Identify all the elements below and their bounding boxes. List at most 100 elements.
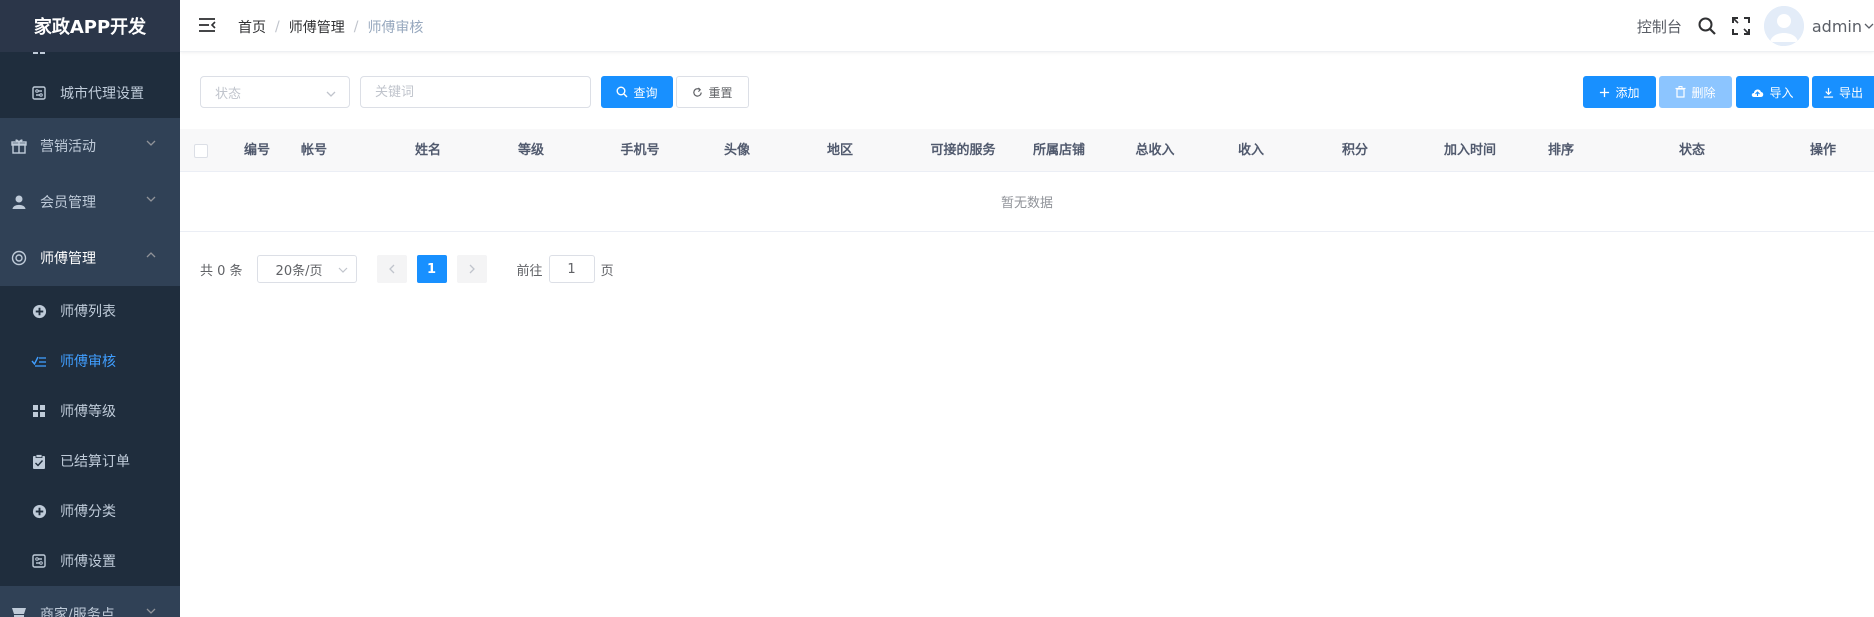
username[interactable]: admin [1812, 17, 1862, 36]
status-select[interactable]: 状态 [200, 76, 350, 108]
keyword-input[interactable] [360, 76, 591, 108]
sidebar: 城市代理设置 营销活动 会员管理 师傅管理 师傅列表 师傅审核 师傅等级 已结算… [0, 0, 180, 617]
goto-page: 前往 页 [517, 255, 614, 283]
avatar[interactable] [1763, 6, 1804, 46]
column-header[interactable]: 所属店铺 [1033, 129, 1085, 172]
sidebar-item-masters[interactable]: 师傅管理 [0, 230, 180, 286]
settings-icon [30, 552, 48, 570]
navbar: 首页 / 师傅管理 / 师傅审核 控制台 admin [180, 0, 1874, 52]
column-header[interactable]: 总收入 [1135, 129, 1174, 172]
shop-icon [10, 605, 28, 617]
chevron-left-icon [388, 264, 395, 274]
clipboard-check-icon [30, 452, 48, 470]
column-header[interactable]: 积分 [1342, 129, 1368, 172]
main-content: 首页 / 师傅管理 / 师傅审核 控制台 admin 状态 关键词 查询 重置 … [180, 0, 1874, 617]
trash-icon [1675, 86, 1686, 98]
gift-icon [10, 137, 28, 155]
search-icon [616, 86, 628, 98]
sidebar-item-city-agent[interactable]: 城市代理设置 [0, 68, 180, 118]
plus-circle-icon [30, 502, 48, 520]
column-header[interactable]: 编号 [244, 129, 270, 172]
goto-page-input[interactable] [548, 255, 595, 283]
page-size-select[interactable]: 20条/页 [256, 255, 357, 283]
add-button[interactable]: 添加 [1583, 76, 1656, 108]
hamburger-icon[interactable] [197, 15, 217, 35]
sidebar-item-master-settings[interactable]: 师傅设置 [0, 536, 180, 586]
chevron-down-icon [146, 140, 156, 146]
status-placeholder: 状态 [215, 86, 242, 102]
sidebar-item-label: 师傅管理 [40, 251, 96, 267]
sidebar-item-label: 师傅列表 [60, 304, 116, 320]
app-logo[interactable]: 家政APP开发 [0, 0, 180, 52]
column-header[interactable]: 排序 [1548, 129, 1574, 172]
checklist-icon [30, 352, 48, 370]
column-header[interactable]: 状态 [1679, 129, 1705, 172]
prev-page-button[interactable] [376, 255, 407, 283]
sidebar-item-marketing[interactable]: 营销活动 [0, 118, 180, 174]
breadcrumb-home[interactable]: 首页 [238, 17, 266, 37]
column-header[interactable]: 地区 [827, 129, 853, 172]
chevron-down-icon [338, 267, 347, 273]
chevron-down-icon [326, 91, 336, 97]
column-header[interactable]: 帐号 [301, 129, 327, 172]
column-header[interactable]: 姓名 [415, 129, 441, 172]
column-header[interactable]: 手机号 [620, 129, 659, 172]
breadcrumb: 首页 / 师傅管理 / 师傅审核 [238, 17, 424, 37]
sidebar-item-label: 会员管理 [40, 195, 96, 211]
breadcrumb-masters[interactable]: 师傅管理 [289, 17, 345, 37]
sidebar-item-master-list[interactable]: 师傅列表 [0, 286, 180, 336]
chevron-up-icon [146, 252, 156, 258]
column-header[interactable]: 收入 [1238, 129, 1264, 172]
delete-button[interactable]: 删除 [1659, 76, 1732, 108]
download-icon [1823, 87, 1834, 98]
export-button[interactable]: 导出 [1812, 76, 1874, 108]
sidebar-item-label: 师傅设置 [60, 554, 116, 570]
plus-icon [1600, 87, 1610, 97]
empty-placeholder: 暂无数据 [180, 172, 1874, 232]
sidebar-item-label: 城市代理设置 [60, 86, 144, 102]
sidebar-item-members[interactable]: 会员管理 [0, 174, 180, 230]
search-icon[interactable] [1696, 15, 1718, 37]
column-header[interactable]: 加入时间 [1444, 129, 1496, 172]
sidebar-item-label: 师傅分类 [60, 504, 116, 520]
page-number[interactable]: 1 [416, 255, 447, 283]
user-icon [10, 193, 28, 211]
dashboard-link[interactable]: 控制台 [1637, 16, 1682, 37]
import-button[interactable]: 导入 [1736, 76, 1809, 108]
refresh-icon [693, 87, 703, 97]
column-header[interactable]: 可接的服务 [930, 129, 995, 172]
select-all-checkbox[interactable] [194, 144, 208, 158]
sidebar-item-merchants[interactable]: 商家/服务点 [0, 586, 180, 617]
plus-circle-icon [30, 302, 48, 320]
query-button[interactable]: 查询 [601, 76, 673, 108]
right-menu: 控制台 admin [1637, 0, 1874, 52]
next-page-button[interactable] [456, 255, 487, 283]
chevron-down-icon [146, 196, 156, 202]
total-count: 共 0 条 [200, 263, 243, 279]
sidebar-item-label: 已结算订单 [60, 454, 130, 470]
sidebar-item-master-level[interactable]: 师傅等级 [0, 386, 180, 436]
column-header[interactable]: 操作 [1810, 129, 1836, 172]
master-icon [10, 249, 28, 267]
column-header[interactable]: 等级 [518, 129, 544, 172]
settings-icon [30, 84, 48, 102]
reset-button[interactable]: 重置 [676, 76, 749, 108]
sidebar-item-settled-orders[interactable]: 已结算订单 [0, 436, 180, 486]
cloud-upload-icon [1752, 88, 1764, 97]
sidebar-item-master-review[interactable]: 师傅审核 [0, 336, 180, 386]
sidebar-menu: 城市代理设置 营销活动 会员管理 师傅管理 师傅列表 师傅审核 师傅等级 已结算… [0, 28, 180, 617]
pagination: 共 0 条 20条/页 1 前往 页 [200, 255, 614, 283]
sidebar-item-label: 营销活动 [40, 139, 96, 155]
fullscreen-icon[interactable] [1730, 15, 1752, 37]
chevron-right-icon [469, 264, 475, 274]
sidebar-item-label: 商家/服务点 [40, 607, 115, 617]
chevron-down-icon[interactable] [1864, 21, 1874, 31]
grid-icon [30, 402, 48, 420]
breadcrumb-current: 师傅审核 [367, 20, 424, 36]
sidebar-item-label: 师傅等级 [60, 404, 116, 420]
toolbar: 状态 查询 重置 添加 删除 导入 导出 [200, 76, 1874, 110]
column-header[interactable]: 头像 [724, 129, 750, 172]
chevron-down-icon [146, 608, 156, 614]
sidebar-item-label: 师傅审核 [60, 354, 116, 370]
sidebar-item-master-category[interactable]: 师傅分类 [0, 486, 180, 536]
